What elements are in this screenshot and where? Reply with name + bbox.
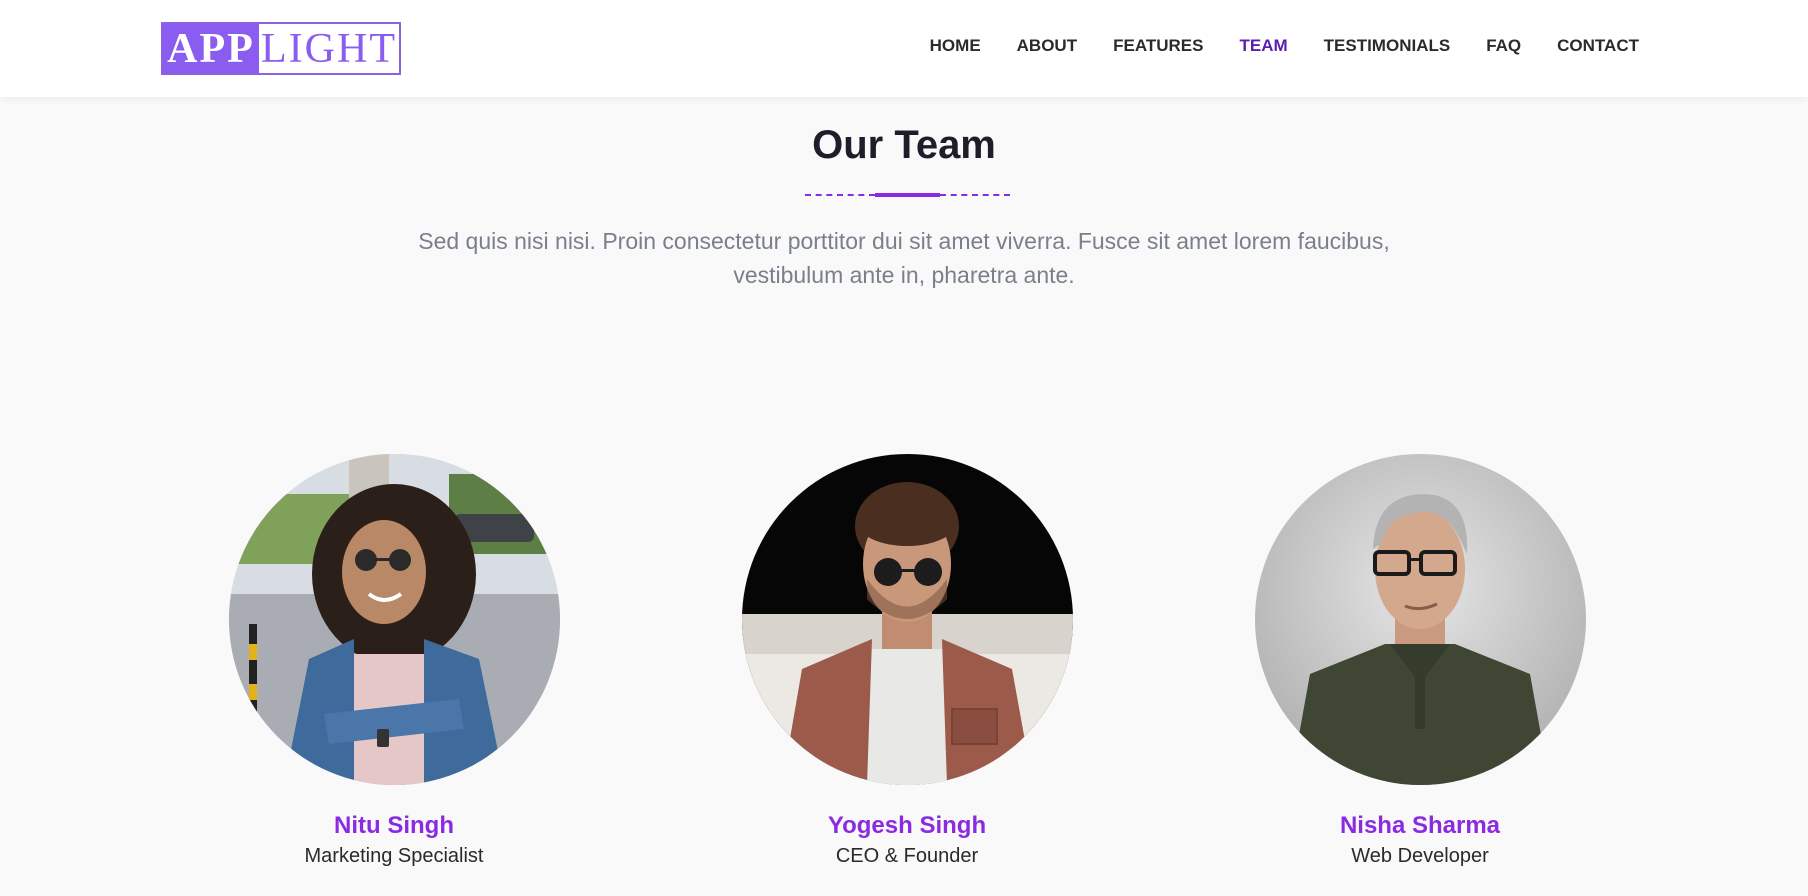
team-member-card: Yogesh Singh CEO & Founder — [707, 454, 1107, 870]
logo-text-left: APP — [163, 24, 259, 73]
section-title: Our Team — [812, 123, 996, 167]
nav-features[interactable]: FEATURES — [1113, 36, 1203, 55]
member-name: Yogesh Singh — [827, 812, 987, 839]
member-role: Web Developer — [1351, 845, 1489, 867]
site-header: APP LIGHT HOME ABOUT FEATURES TEAM TESTI… — [0, 0, 1808, 97]
nav-about[interactable]: ABOUT — [1017, 36, 1077, 55]
title-divider — [805, 193, 1010, 197]
member-photo — [741, 454, 1073, 785]
nav-faq[interactable]: FAQ — [1486, 36, 1521, 55]
member-name: Nitu Singh — [334, 812, 454, 839]
member-name: Nisha Sharma — [1339, 812, 1501, 839]
team-member-card: Nitu Singh Marketing Specialist — [194, 454, 594, 870]
nav-home[interactable]: HOME — [930, 36, 981, 55]
team-member-card: Nisha Sharma Web Developer — [1220, 454, 1620, 870]
nav-team[interactable]: TEAM — [1239, 36, 1287, 55]
member-role: Marketing Specialist — [304, 845, 484, 867]
nav-contact[interactable]: CONTACT — [1557, 36, 1639, 55]
logo[interactable]: APP LIGHT — [161, 22, 401, 75]
section-description: Sed quis nisi nisi. Proin consectetur po… — [418, 228, 1390, 288]
logo-text-right: LIGHT — [259, 24, 399, 73]
member-role: CEO & Founder — [835, 845, 979, 867]
member-photo — [228, 454, 560, 785]
nav-testimonials[interactable]: TESTIMONIALS — [1324, 36, 1451, 55]
team-grid: Nitu Singh Marketing Specialist Yogesh S… — [0, 454, 1808, 874]
member-photo — [1254, 454, 1586, 785]
